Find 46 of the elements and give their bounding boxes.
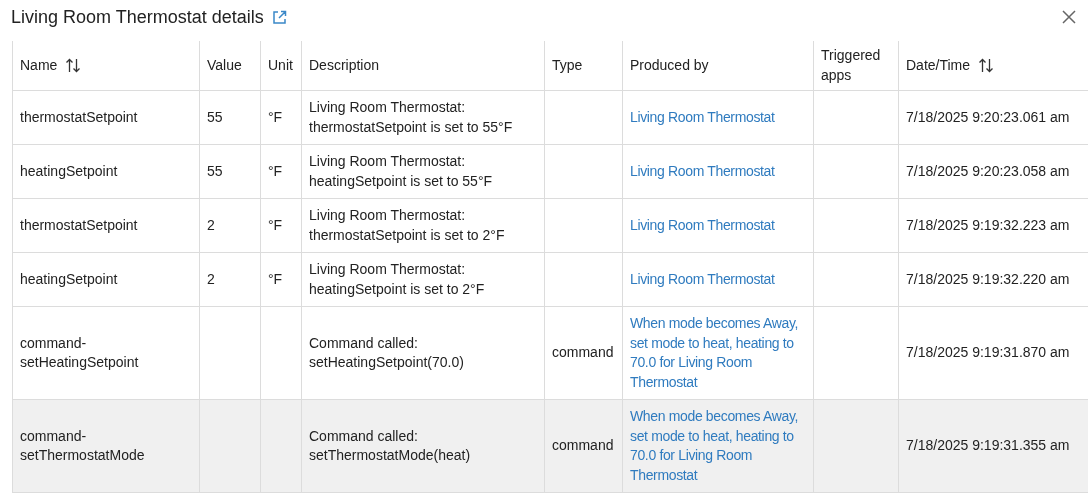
- table-cell: heatingSetpoint: [20, 162, 118, 179]
- table-cell: command-setHeatingSetpoint: [20, 334, 139, 370]
- table-cell: 7/18/2025 9:19:32.223 am: [906, 216, 1070, 233]
- table-cell: command-setThermostatMode: [20, 427, 145, 463]
- table-cell: 55: [207, 108, 223, 125]
- column-header: Unit: [260, 41, 302, 91]
- table-cell: command: [552, 344, 614, 361]
- table-cell: heatingSetpoint: [20, 270, 118, 287]
- table-cell: °F: [268, 270, 283, 287]
- table-row[interactable]: heatingSetpoint 55 °F Living Room Thermostat: heatingSetpoint is set to 55°F Living Room Thermostat 7/18/2025 9:20:23.058 am: [12, 144, 1088, 199]
- table-row[interactable]: command-setThermostatMode Command called: setThermostatMode(heat) command When mode becomes Away, set mode to heat, heating to 70.0 for Living Room Thermostat 7/18/2025 9:19:31.355 am: [12, 399, 1088, 493]
- table-cell: 55: [207, 162, 223, 179]
- column-header: Triggered apps: [813, 41, 899, 91]
- column-header[interactable]: Name: [12, 41, 200, 91]
- table-cell: Living Room Thermostat: thermostatSetpoint is set to 55°F: [309, 99, 513, 135]
- table-cell: 2: [207, 216, 215, 233]
- column-header: Type: [544, 41, 623, 91]
- table-cell: 7/18/2025 9:20:23.058 am: [906, 162, 1070, 179]
- sort-icon[interactable]: [65, 58, 82, 73]
- table-cell: command: [552, 437, 614, 454]
- table-cell: thermostatSetpoint: [20, 108, 138, 125]
- table-cell: °F: [268, 162, 283, 179]
- table-row[interactable]: thermostatSetpoint 2 °F Living Room Thermostat: thermostatSetpoint is set to 2°F Living Room Thermostat 7/18/2025 9:19:32.223 am: [12, 198, 1088, 253]
- table-cell: Living Room Thermostat: heatingSetpoint is set to 2°F: [309, 261, 485, 297]
- table-cell: 7/18/2025 9:20:23.061 am: [906, 108, 1070, 125]
- table-cell: thermostatSetpoint: [20, 216, 138, 233]
- column-header: Value: [199, 41, 261, 91]
- table-cell: °F: [268, 216, 283, 233]
- table-cell: Command called: setThermostatMode(heat): [309, 427, 471, 463]
- close-icon[interactable]: [1062, 10, 1076, 24]
- table-row[interactable]: thermostatSetpoint 55 °F Living Room Thermostat: thermostatSetpoint is set to 55°F Living Room Thermostat 7/18/2025 9:20:23.061 am: [12, 90, 1088, 145]
- dialog-title: Living Room Thermostat details: [11, 6, 264, 28]
- table-cell: 7/18/2025 9:19:31.870 am: [906, 344, 1070, 361]
- table-cell: Living Room Thermostat: heatingSetpoint is set to 55°F: [309, 153, 493, 189]
- column-header: Produced by: [622, 41, 814, 91]
- column-header: Description: [301, 41, 545, 91]
- table-cell: Command called: setHeatingSetpoint(70.0): [309, 334, 464, 370]
- table-cell: °F: [268, 108, 283, 125]
- table-cell: 7/18/2025 9:19:31.355 am: [906, 437, 1070, 454]
- table-row[interactable]: heatingSetpoint 2 °F Living Room Thermostat: heatingSetpoint is set to 2°F Living Room Thermostat 7/18/2025 9:19:32.220 am: [12, 252, 1088, 307]
- table-cell: 2: [207, 270, 215, 287]
- table-cell: Living Room Thermostat: thermostatSetpoint is set to 2°F: [309, 207, 505, 243]
- external-link-icon[interactable]: [271, 9, 287, 25]
- table-cell: 7/18/2025 9:19:32.220 am: [906, 270, 1070, 287]
- sort-icon[interactable]: [978, 58, 995, 73]
- table-row[interactable]: command-setHeatingSetpoint Command called: setHeatingSetpoint(70.0) command When mode becomes Away, set mode to heat, heating to 70.0 for Living Room Thermostat 7/18/2025 9:19:31.870 am: [12, 306, 1088, 400]
